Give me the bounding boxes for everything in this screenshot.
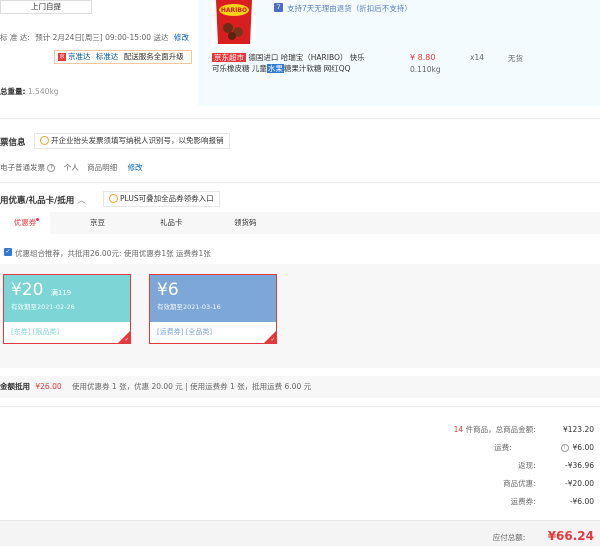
tab-gift-card[interactable]: 礼品卡 <box>160 212 183 234</box>
recommend-text: 优惠组合推荐，共抵用26.00元: 使用优惠券1张 运费券1张 <box>15 249 211 258</box>
shipping-coupon-value: -¥6.00 <box>569 497 594 506</box>
shipping-label: 运费: <box>494 443 512 452</box>
product-name[interactable]: 京东超市 德国进口 哈瑞宝（HARIBO） 快乐可乐橡皮糖 儿童水果糖果汁软糖 … <box>212 52 372 74</box>
recommend-checkbox[interactable]: ✓ <box>4 248 12 256</box>
bulb-icon <box>109 194 118 203</box>
total-items-row: 14 件商品，总商品金额: ¥123.20 <box>454 424 594 435</box>
product-image-brand: HARIBO <box>221 7 247 14</box>
shipping-value-wrap: ! ¥6.00 <box>514 443 594 452</box>
summary-label: 金额抵用 <box>0 382 30 391</box>
discount-title[interactable]: 用优惠/礼品卡/抵用 ︿ <box>0 194 86 206</box>
divider <box>0 118 600 119</box>
coupon-card[interactable]: ¥20 满119 有效期至2021-02-26 [东券] [限品类] ✓ <box>3 274 131 344</box>
info-icon[interactable]: ! <box>560 444 569 452</box>
delivery-modify-link[interactable]: 修改 <box>174 33 189 42</box>
payable-value: ¥66.24 <box>547 529 594 543</box>
coupon-expiry: 有效期至2021-03-16 <box>157 303 221 311</box>
jd-express-link[interactable]: 京准达 <box>68 52 91 61</box>
invoice-modify-link[interactable]: 修改 <box>128 163 143 172</box>
tab-jd-beans[interactable]: 京豆 <box>90 212 105 234</box>
product-keyword: 水果 <box>266 64 284 73</box>
product-discount-value: -¥20.00 <box>565 479 594 488</box>
plus-tip-text: PLUS可叠加全品券领券入口 <box>120 194 214 203</box>
divider <box>0 406 600 407</box>
plus-tip[interactable]: PLUS可叠加全品券领券入口 <box>103 191 220 207</box>
standard-delivery-label: 标 准 达: <box>0 33 30 42</box>
product-weight: 0.110kg <box>410 65 441 74</box>
discount-title-text: 用优惠/礼品卡/抵用 <box>0 196 75 206</box>
coupon-expiry: 有效期至2021-02-26 <box>11 303 75 311</box>
item-total-value: ¥123.20 <box>562 425 594 434</box>
invoice-content: 商品明细 <box>87 163 118 172</box>
invoice-title: 票信息 <box>0 138 26 148</box>
return-policy-text: 支持7天无理由退货（折扣后不支持） <box>287 4 412 13</box>
info-icon: ? <box>47 164 56 172</box>
tab-redeem-code[interactable]: 领货码 <box>234 212 257 234</box>
item-total-label: 件商品，总商品金额: <box>465 425 536 434</box>
summary-amount: ¥26.00 <box>35 382 62 391</box>
product-discount-label: 商品优惠: <box>503 479 536 488</box>
store-tag: 京东超市 <box>212 53 246 62</box>
delivery-estimate: 预计 2月24日[周三] 09:00-15:00 送达 <box>35 33 169 42</box>
invoice-tip: 开企业抬头发票须填写纳税人识别号，以免影响报销 <box>34 133 230 149</box>
coupon-tags: [东券] [限品类] <box>4 322 130 343</box>
payable-label: 应付总额: <box>492 533 526 542</box>
jd-express-icon: 京 <box>58 53 66 61</box>
total-weight-label: 总重量: <box>0 87 26 96</box>
discount-tabs: 优惠券 京豆 礼品卡 领货码 <box>0 212 600 234</box>
shipping-coupon-label: 运费券: <box>510 497 536 506</box>
coupon-amount: ¥6 <box>157 280 179 300</box>
summary-detail: 使用优惠券 1 张，优惠 20.00 元 | 使用运费券 1 张，抵用运费 6.… <box>72 382 312 391</box>
coupon-condition: 满119 <box>50 289 72 297</box>
payable-row: 应付总额: ¥66.24 <box>493 529 594 543</box>
product-image[interactable]: HARIBO <box>212 0 256 46</box>
notification-dot <box>36 218 39 221</box>
pickup-button[interactable]: 上门自提 <box>0 0 92 14</box>
coupon-tags: [运费券] [全品类] <box>150 322 276 343</box>
coupon-list: ¥20 满119 有效期至2021-02-26 [东券] [限品类] ✓ ¥6 … <box>0 264 600 368</box>
delivery-upgrade-banner[interactable]: 京京准达 标准达 配送服务全面升级 <box>54 50 192 64</box>
chevron-up-icon[interactable]: ︿ <box>77 196 86 206</box>
divider <box>0 182 600 183</box>
return-row: 返现: -¥36.96 <box>518 460 594 471</box>
upgrade-text: 配送服务全面升级 <box>123 52 184 61</box>
invoice-person: 个人 <box>63 163 79 172</box>
shipping-value: ¥6.00 <box>572 443 594 452</box>
check-icon: ✓ <box>270 337 275 343</box>
coupon-top: ¥20 满119 有效期至2021-02-26 <box>4 275 130 322</box>
coupon-top: ¥6 有效期至2021-03-16 <box>150 275 276 322</box>
check-icon: ✓ <box>124 337 129 343</box>
tab-coupons-label: 优惠券 <box>13 218 37 227</box>
total-weight-value: 1.540kg <box>27 87 59 96</box>
invoice-detail-row: 电子普通发票 ? 个人 商品明细 修改 <box>0 162 143 173</box>
return-label: 返现: <box>518 461 536 470</box>
return-value: -¥36.96 <box>565 461 594 470</box>
total-weight-row: 总重量: 1.540kg <box>0 86 58 97</box>
discount-row: 商品优惠: -¥20.00 <box>503 478 594 489</box>
return-policy-icon: 7 <box>274 3 283 12</box>
shipping-row: 运费: ! ¥6.00 <box>494 442 594 453</box>
bulb-icon <box>40 136 49 145</box>
shipping-coupon-row: 运费券: -¥6.00 <box>511 496 594 507</box>
delivery-estimate-row: 标 准 达: 预计 2月24日[周三] 09:00-15:00 送达 修改 <box>0 32 189 43</box>
standard-express-link[interactable]: 标准达 <box>96 52 119 61</box>
invoice-type: 电子普通发票 <box>0 163 45 172</box>
discount-summary: 金额抵用 ¥26.00 使用优惠券 1 张，优惠 20.00 元 | 使用运费券… <box>0 376 600 398</box>
coupon-amount: ¥20 <box>11 280 44 300</box>
invoice-tip-text: 开企业抬头发票须填写纳税人识别号，以免影响报销 <box>51 136 224 145</box>
product-name-part2: 糖果汁软糖 网红QQ <box>283 64 351 73</box>
item-count: 14 <box>453 425 464 434</box>
product-price: ¥ 8.80 <box>410 53 436 62</box>
coupon-card[interactable]: ¥6 有效期至2021-03-16 [运费券] [全品类] ✓ <box>149 274 277 344</box>
stock-status: 无货 <box>508 54 523 63</box>
tab-coupons[interactable]: 优惠券 <box>0 212 50 234</box>
product-quantity: x14 <box>470 53 484 62</box>
